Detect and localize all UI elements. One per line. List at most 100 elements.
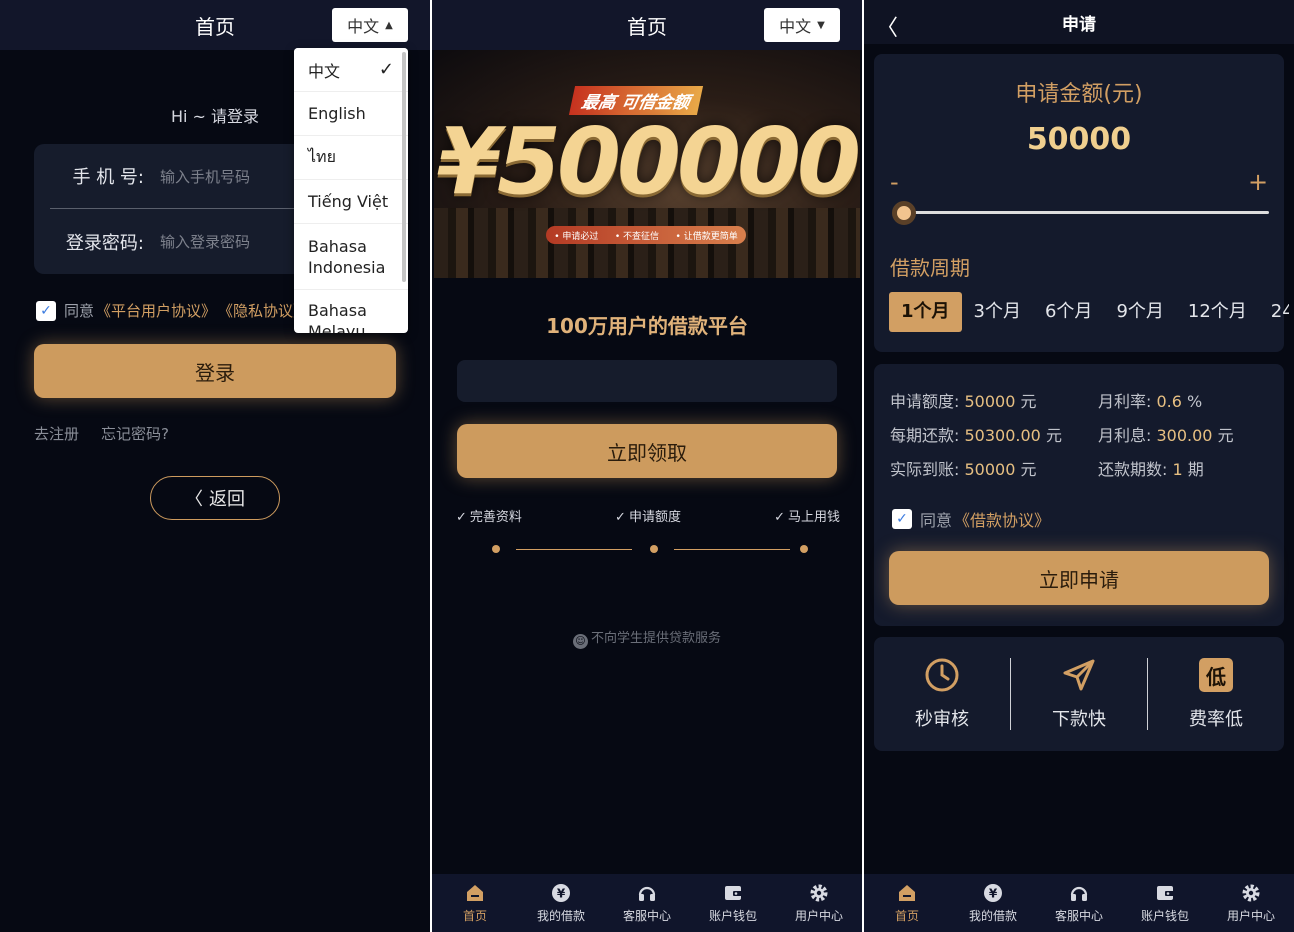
info-label: 月利率: — [1098, 392, 1152, 411]
language-option[interactable]: Tiếng Việt — [294, 180, 408, 224]
tab-wallet[interactable]: 账户钱包 — [690, 874, 776, 932]
period-title: 借款周期 — [890, 256, 970, 280]
step-item: ✓ 完善资料 — [456, 506, 522, 525]
info-unit: 元 — [1020, 460, 1037, 479]
language-option[interactable]: English — [294, 92, 408, 136]
info-unit: % — [1187, 392, 1203, 411]
apply-button[interactable]: 立即申请 — [889, 551, 1269, 605]
feature-item: 秒审核 — [874, 637, 1010, 751]
loan-agreement-checkbox[interactable]: ✓ — [892, 509, 912, 529]
info-row: 每期还款: 50300.00 元 月利息: 300.00 元 — [890, 417, 1270, 451]
tab-user-center[interactable]: 用户中心 — [1208, 874, 1294, 932]
tab-home[interactable]: 首页 — [864, 874, 950, 932]
language-option[interactable]: 中文 ✓ — [294, 48, 408, 92]
amount-input[interactable] — [457, 360, 837, 402]
home-icon — [464, 882, 486, 904]
auth-links: 去注册 忘记密码? — [34, 423, 169, 444]
chevron-left-icon[interactable]: 〈 — [876, 10, 898, 42]
agreement-prefix: 同意 — [920, 511, 953, 530]
yen-coin-icon: ¥ — [550, 882, 572, 904]
banner-slogan: • 不查征信 — [614, 231, 660, 242]
period-option[interactable]: 6个月 — [1033, 292, 1104, 332]
language-option-label: Bahasa Indonesia — [308, 236, 386, 277]
register-link[interactable]: 去注册 — [34, 423, 79, 444]
claim-button[interactable]: 立即领取 — [457, 424, 837, 478]
tab-label: 用户中心 — [1226, 909, 1275, 923]
period-option[interactable]: 1个月 — [889, 292, 962, 332]
loan-info: 申请额度: 50000 元 月利率: 0.6 % 每期还款: 50300.00 … — [890, 383, 1270, 485]
amount-title: 申请金额(元) — [1015, 82, 1143, 107]
step-line — [516, 549, 632, 550]
caret-down-icon: ▼ — [817, 19, 825, 31]
check-icon: ✓ — [615, 510, 626, 525]
history-clock-icon — [924, 657, 960, 693]
step-item: ✓ 马上用钱 — [774, 506, 840, 525]
decrease-button[interactable]: - — [890, 168, 899, 196]
language-option-label: 中文 — [308, 61, 341, 81]
language-option[interactable]: Bahasa Melayu — [294, 290, 408, 333]
tab-customer-service[interactable]: 客服中心 — [1036, 874, 1122, 932]
info-unit: 期 — [1187, 460, 1204, 479]
tab-my-loans[interactable]: ¥ 我的借款 — [950, 874, 1036, 932]
top-bar: 〈 申请 — [864, 0, 1294, 44]
feature-label: 下款快 — [1052, 709, 1106, 730]
amount-slider-handle[interactable] — [892, 201, 916, 225]
info-value: 1 — [1172, 460, 1183, 479]
back-button[interactable]: 〈 返回 — [150, 476, 280, 520]
info-value: 0.6 — [1156, 392, 1182, 411]
banner-amount: ¥500000 — [436, 108, 860, 215]
forgot-password-link[interactable]: 忘记密码? — [101, 423, 169, 444]
tab-label: 我的借款 — [536, 909, 585, 923]
banner-slogans: • 申请必过 • 不查征信 • 让借款更简单 — [546, 226, 746, 244]
language-option-label: English — [308, 104, 366, 123]
info-label: 还款期数: — [1098, 460, 1168, 479]
language-select-label: 中文 — [347, 17, 380, 36]
tab-customer-service[interactable]: 客服中心 — [604, 874, 690, 932]
info-label: 申请额度: — [890, 392, 960, 411]
period-option[interactable]: 24个月 — [1259, 292, 1289, 332]
agreement-checkbox[interactable]: ✓ — [36, 300, 56, 321]
feature-strip: 秒审核 下款快 低 费率低 — [874, 637, 1284, 751]
tab-label: 账户钱包 — [1140, 909, 1189, 923]
tab-label: 客服中心 — [622, 909, 671, 923]
info-cell: 申请额度: 50000 元 — [890, 388, 1098, 412]
period-option[interactable]: 3个月 — [962, 292, 1033, 332]
feature-label: 费率低 — [1189, 709, 1243, 730]
tab-label: 首页 — [462, 909, 487, 923]
tab-label: 账户钱包 — [708, 909, 757, 923]
loan-agreement-link[interactable]: 《借款协议》 — [954, 507, 1050, 531]
page-title: 首页 — [195, 14, 235, 39]
back-button-label: 返回 — [209, 489, 245, 510]
agreement-row: ✓ 同意 《平台用户协议》 《隐私协议》 — [36, 300, 308, 321]
user-agreement-link[interactable]: 《平台用户协议》 — [96, 300, 216, 321]
language-select[interactable]: 中文 ▼ — [764, 8, 840, 42]
step-dot — [650, 545, 658, 553]
tab-user-center[interactable]: 用户中心 — [776, 874, 862, 932]
language-select[interactable]: 中文 ▲ — [332, 8, 408, 42]
info-unit: 元 — [1217, 426, 1234, 445]
info-unit: 元 — [1020, 392, 1037, 411]
language-option[interactable]: ไทย — [294, 136, 408, 180]
period-option[interactable]: 9个月 — [1104, 292, 1175, 332]
amount-slider-track[interactable] — [904, 211, 1269, 214]
period-option[interactable]: 12个月 — [1176, 292, 1259, 332]
svg-text:¥: ¥ — [557, 887, 566, 901]
dropdown-scrollbar[interactable] — [402, 52, 406, 282]
tab-home[interactable]: 首页 — [432, 874, 518, 932]
period-options: 1个月3个月6个月9个月12个月24个月 — [889, 292, 1289, 332]
increase-button[interactable]: + — [1248, 168, 1268, 196]
gear-icon — [808, 882, 830, 904]
tab-label: 客服中心 — [1054, 909, 1103, 923]
password-label: 登录密码: — [65, 232, 144, 254]
check-icon: ✓ — [378, 59, 394, 80]
login-button[interactable]: 登录 — [34, 344, 396, 398]
step-progress — [492, 544, 808, 554]
language-option[interactable]: Bahasa Indonesia — [294, 224, 408, 290]
student-notice: ☺ 不向学生提供贷款服务 — [432, 627, 862, 649]
promo-banner[interactable]: 最高 可借金额 ¥500000 • 申请必过 • 不查征信 • 让借款更简单 — [434, 50, 860, 278]
tab-wallet[interactable]: 账户钱包 — [1122, 874, 1208, 932]
language-dropdown: 中文 ✓ English ไทย Tiếng Việt Bahasa Indon… — [294, 48, 408, 333]
tab-label: 我的借款 — [968, 909, 1017, 923]
tab-my-loans[interactable]: ¥ 我的借款 — [518, 874, 604, 932]
language-option-label: Bahasa Melayu — [308, 301, 367, 333]
